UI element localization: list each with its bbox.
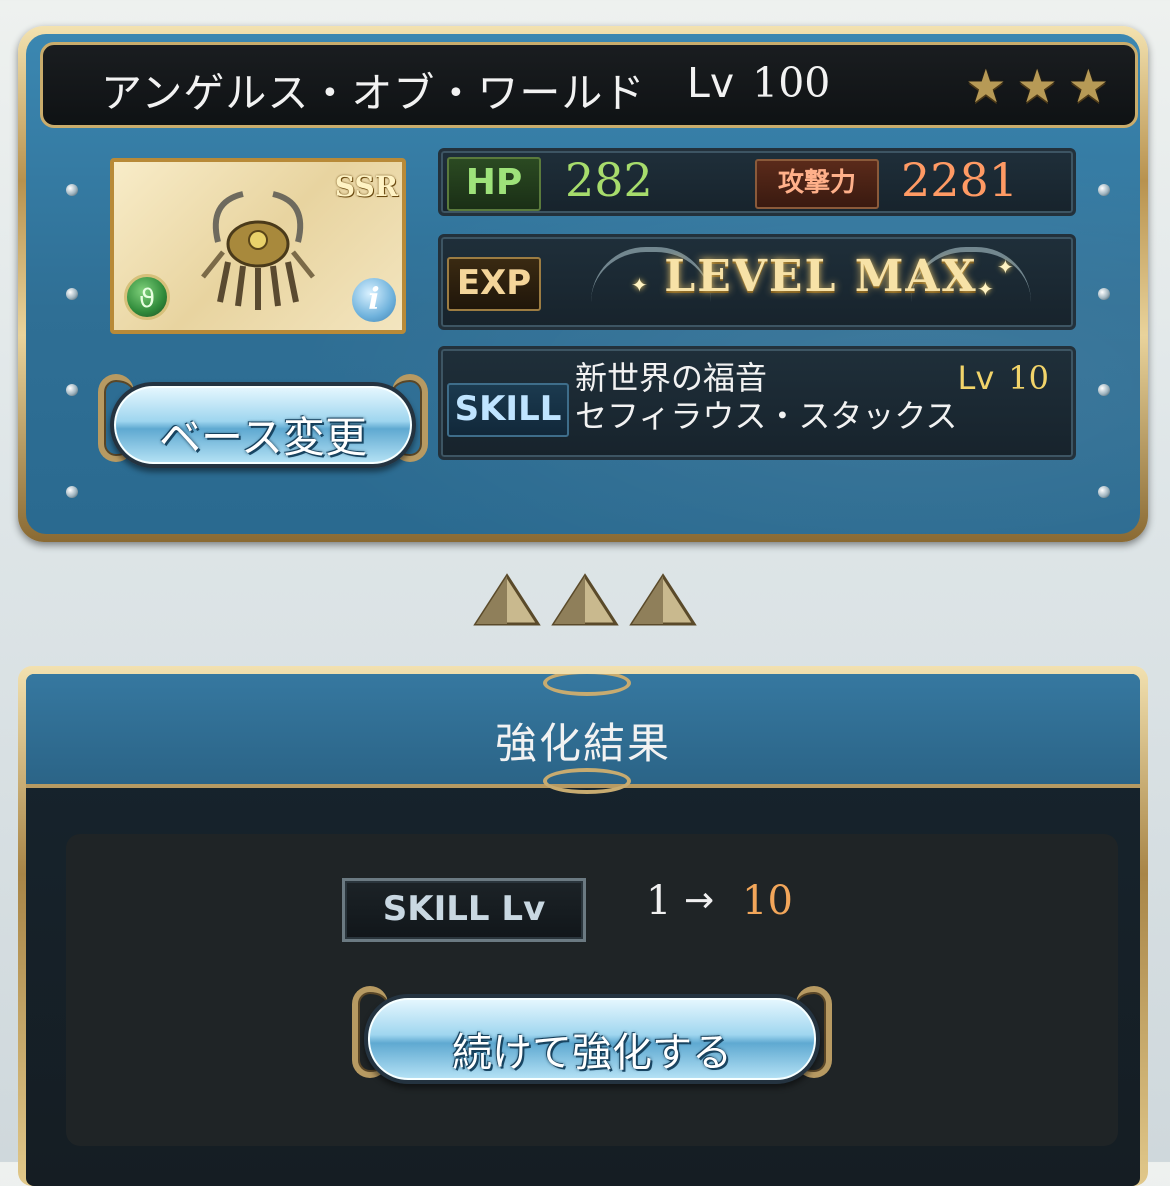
uncap-stars: ★ ★ ★ — [965, 63, 1109, 109]
rivet-icon — [1098, 184, 1110, 196]
weapon-card: アンゲルス・オブ・ワールド Lv 100 ★ ★ ★ SSR ϑ i ベース変更… — [18, 26, 1148, 542]
rivet-icon — [66, 384, 78, 396]
pyramid-icon — [473, 573, 541, 626]
pyramid-icon — [629, 573, 697, 626]
weapon-card-body: アンゲルス・オブ・ワールド Lv 100 ★ ★ ★ SSR ϑ i ベース変更… — [26, 34, 1140, 534]
star-icon: ★ — [1067, 59, 1109, 113]
hp-value: 282 — [565, 153, 653, 207]
weapon-thumbnail[interactable]: SSR ϑ i — [110, 158, 406, 334]
rivet-icon — [66, 486, 78, 498]
header-ornament-top — [543, 674, 631, 696]
rivet-icon — [66, 184, 78, 196]
weapon-level-value: 100 — [752, 59, 831, 107]
sparkle-icon: ✦ — [997, 255, 1014, 279]
sparkle-icon: ✦ — [977, 277, 994, 301]
wind-element-icon: ϑ — [124, 274, 170, 320]
stats-panel: HP 282 攻撃力 2281 — [438, 148, 1076, 216]
level-max-banner: LEVEL MAX — [664, 251, 978, 302]
star-icon: ★ — [1016, 59, 1058, 113]
continue-upgrade-pill: 続けて強化する — [364, 994, 820, 1084]
rivet-icon — [66, 288, 78, 300]
result-title: 強化結果 — [494, 719, 671, 768]
result-card-body: 強化結果 SKILL Lv 1 → 10 続けて強化する — [26, 674, 1140, 1186]
base-change-button[interactable]: ベース変更 — [98, 372, 428, 478]
hp-label: HP — [447, 157, 541, 211]
skill-level: Lv 10 — [958, 359, 1049, 397]
weapon-level: Lv 100 — [687, 59, 830, 107]
skill-level-value: 10 — [1008, 359, 1049, 397]
skill-panel: SKILL 新世界の福音 セフィラウス・スタックス Lv 10 — [438, 346, 1076, 460]
arrow-right-icon: → — [684, 880, 715, 921]
skill-lv-label: SKILL Lv — [342, 878, 586, 942]
continue-upgrade-label: 続けて強化する — [452, 1030, 732, 1076]
weapon-image — [201, 191, 315, 310]
weapon-level-label: Lv — [687, 59, 735, 107]
star-icon: ★ — [965, 59, 1007, 113]
result-header: 強化結果 — [26, 674, 1140, 794]
skill-lv-to: 10 — [742, 878, 793, 924]
rarity-badge: SSR — [334, 170, 398, 203]
rivet-icon — [1098, 486, 1110, 498]
continue-upgrade-button[interactable]: 続けて強化する — [352, 984, 832, 1094]
rivet-icon — [1098, 384, 1110, 396]
exp-panel: EXP LEVEL MAX ✦ ✦ ✦ — [438, 234, 1076, 330]
skill-level-label: Lv — [957, 359, 995, 397]
weapon-name: アンゲルス・オブ・ワールド — [101, 69, 646, 117]
result-body: SKILL Lv 1 → 10 続けて強化する — [66, 834, 1118, 1146]
skill-name-line1: 新世界の福音 — [575, 359, 768, 397]
base-change-pill: ベース変更 — [110, 382, 416, 468]
attack-value: 2281 — [901, 153, 1019, 207]
result-card: 強化結果 SKILL Lv 1 → 10 続けて強化する — [18, 666, 1148, 1186]
sparkle-icon: ✦ — [631, 273, 648, 297]
skill-label: SKILL — [447, 383, 569, 437]
info-icon[interactable]: i — [352, 278, 396, 322]
base-change-label: ベース変更 — [159, 413, 367, 462]
attack-label: 攻撃力 — [755, 159, 879, 209]
rivet-icon — [1098, 288, 1110, 300]
skill-name-line2: セフィラウス・スタックス — [575, 397, 958, 435]
header-ornament-bottom — [543, 768, 631, 794]
skill-lv-from: 1 — [646, 878, 672, 924]
pyramid-icon — [551, 573, 619, 626]
exp-label: EXP — [447, 257, 541, 311]
weapon-title-bar: アンゲルス・オブ・ワールド Lv 100 ★ ★ ★ — [40, 42, 1138, 128]
skill-name: 新世界の福音 セフィラウス・スタックス — [575, 359, 957, 435]
